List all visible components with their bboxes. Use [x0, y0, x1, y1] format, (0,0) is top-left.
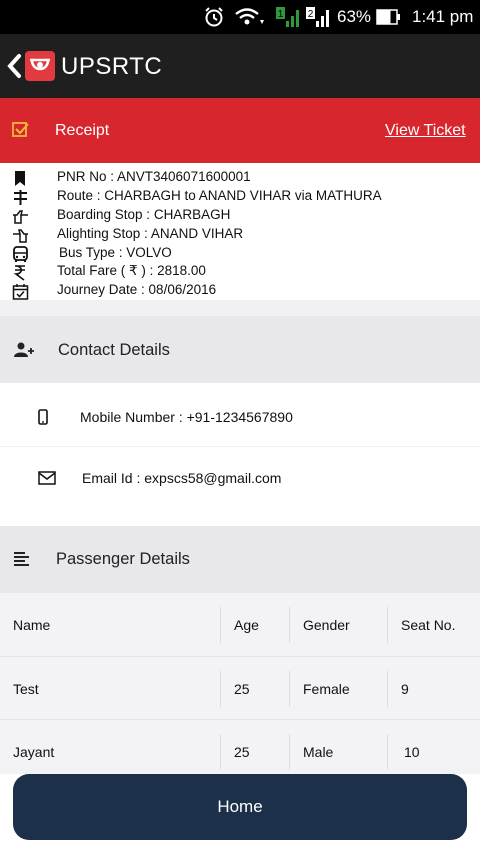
- passenger-title: Passenger Details: [56, 550, 190, 568]
- home-button[interactable]: Home: [13, 774, 467, 840]
- rupee-icon: [13, 265, 25, 281]
- email-envelope-icon: [38, 471, 56, 485]
- list-lines-icon: [14, 552, 29, 566]
- col-divider: [220, 671, 221, 707]
- boarding-text: Boarding Stop : CHARBAGH: [57, 207, 231, 222]
- wifi-icon: [235, 8, 264, 25]
- signpost-icon: [14, 190, 27, 205]
- app-title: UPSRTC: [61, 53, 163, 80]
- upsrtc-logo-icon: [30, 58, 50, 71]
- row-divider: [0, 656, 480, 657]
- passenger-name: Test: [13, 681, 39, 697]
- spacer: [0, 508, 480, 526]
- email-id: Email Id : expscs58@gmail.com: [82, 470, 282, 486]
- passenger-seat: 9: [401, 681, 409, 697]
- passenger-gender: Female: [303, 681, 350, 697]
- journey-date-row: Journey Date : 08/06/2016: [12, 282, 472, 301]
- col-divider: [387, 671, 388, 707]
- checkbox-checked-icon: [12, 122, 29, 137]
- receipt-title: Receipt: [55, 122, 110, 139]
- section-divider: [0, 300, 480, 316]
- alighting-text: Alighting Stop : ANAND VIHAR: [57, 226, 244, 241]
- mobile-number: Mobile Number : +91-1234567890: [80, 409, 293, 425]
- boarding-row: Boarding Stop : CHARBAGH: [12, 207, 472, 226]
- view-ticket-link[interactable]: View Ticket: [385, 122, 466, 140]
- divider: [0, 446, 480, 447]
- col-divider: [289, 607, 290, 643]
- contact-title: Contact Details: [58, 341, 170, 359]
- header-name: Name: [13, 617, 51, 633]
- bus-type-row: Bus Type : VOLVO: [12, 245, 472, 264]
- status-bar: 1 2 63% 1:41 pm: [0, 0, 480, 34]
- col-divider: [289, 671, 290, 707]
- fare-row: Total Fare ( ₹ ) : 2818.00: [12, 263, 472, 282]
- col-divider: [387, 734, 388, 770]
- header-gender: Gender: [303, 617, 350, 633]
- passenger-age: 25: [234, 681, 250, 697]
- mobile-phone-icon: [38, 409, 48, 425]
- col-divider: [289, 734, 290, 770]
- bus-type-text: Bus Type : VOLVO: [59, 245, 172, 260]
- calendar-check-icon: [12, 284, 29, 300]
- upsrtc-logo: [25, 51, 55, 81]
- pnr-row: PNR No : ANVT3406071600001: [12, 169, 472, 188]
- col-divider: [220, 607, 221, 643]
- alighting-row: Alighting Stop : ANAND VIHAR: [12, 226, 472, 245]
- passenger-seat: 10: [404, 744, 420, 760]
- hand-point-right-icon: [13, 210, 28, 224]
- svg-text:2: 2: [308, 9, 314, 20]
- header-seat: Seat No.: [401, 617, 456, 633]
- journey-date-text: Journey Date : 08/06/2016: [57, 282, 217, 297]
- add-user-icon: [14, 342, 34, 357]
- route-text: Route : CHARBAGH to ANAND VIHAR via MATH…: [57, 188, 382, 203]
- alarm-icon: [205, 7, 223, 27]
- back-chevron-icon[interactable]: [4, 50, 26, 82]
- battery-percent: 63%: [337, 7, 372, 26]
- passenger-age: 25: [234, 744, 250, 760]
- col-divider: [387, 607, 388, 643]
- route-row: Route : CHARBAGH to ANAND VIHAR via MATH…: [12, 188, 472, 207]
- bus-icon: [13, 246, 28, 262]
- signal-1-icon: 1: [276, 7, 299, 27]
- hand-point-left-icon: [13, 229, 28, 243]
- passenger-name: Jayant: [13, 744, 55, 760]
- fare-text: Total Fare ( ₹ ) : 2818.00: [57, 263, 206, 278]
- battery-icon: [376, 9, 400, 25]
- header-age: Age: [234, 617, 259, 633]
- status-time: 1:41 pm: [412, 7, 474, 26]
- row-divider: [0, 719, 480, 720]
- passenger-gender: Male: [303, 744, 334, 760]
- svg-text:1: 1: [278, 9, 284, 20]
- col-divider: [220, 734, 221, 770]
- bookmark-icon: [15, 171, 25, 186]
- pnr-text: PNR No : ANVT3406071600001: [57, 169, 251, 184]
- signal-2-icon: 2: [306, 7, 329, 27]
